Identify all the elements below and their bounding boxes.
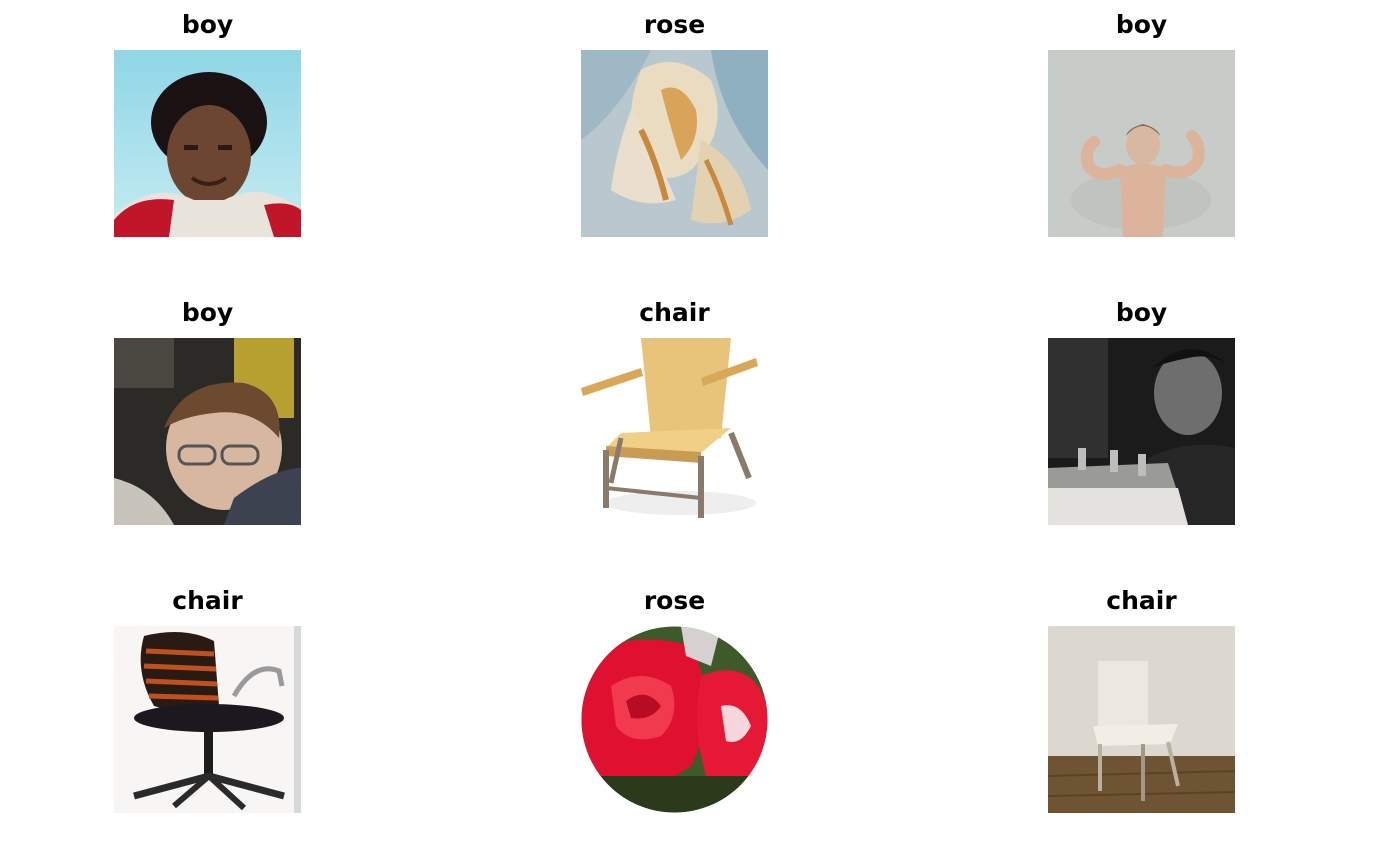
portrait-boy-red-shirt-photo [114, 50, 301, 237]
image-label: boy [1115, 298, 1168, 327]
image-label: rose [643, 10, 706, 39]
wooden-armchair-photo [581, 338, 768, 525]
image-label: chair [1106, 586, 1177, 615]
white-chair-room-photo [1048, 626, 1235, 813]
red-roses-circle-photo [581, 626, 768, 813]
cream-rose-closeup-photo [581, 50, 768, 237]
boy-flexing-arms-photo [1048, 50, 1235, 237]
image-label: boy [1115, 10, 1168, 39]
image-label: chair [172, 586, 243, 615]
boy-with-glasses-photo [114, 338, 301, 525]
image-label: boy [181, 298, 234, 327]
boy-black-and-white-photo [1048, 338, 1235, 525]
image-label: chair [639, 298, 710, 327]
image-label: rose [643, 586, 706, 615]
office-chair-photo [114, 626, 301, 813]
image-label: boy [181, 10, 234, 39]
